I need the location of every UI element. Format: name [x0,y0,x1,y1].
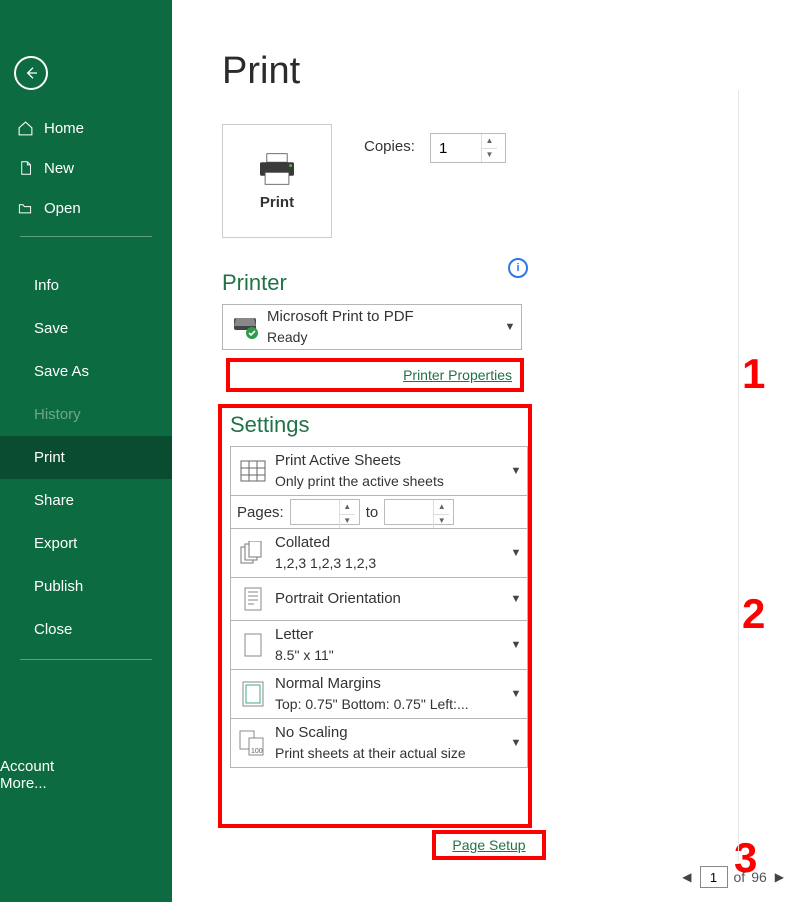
chevron-down-icon: ▼ [505,465,527,477]
to-label: to [366,504,379,521]
arrow-left-icon [23,65,39,81]
copies-increment[interactable]: ▲ [482,134,497,149]
chevron-down-icon: ▼ [505,737,527,749]
sidebar-item-label: Open [44,200,81,217]
print-button[interactable]: Print [222,124,332,238]
sidebar-item-info[interactable]: Info [0,264,172,307]
sheets-icon [231,460,275,482]
setting-margins[interactable]: Normal Margins Top: 0.75" Bottom: 0.75" … [230,669,528,719]
chevron-down-icon: ▼ [505,639,527,651]
chevron-down-icon: ▼ [505,593,527,605]
setting-paper-size[interactable]: Letter 8.5" x 11" ▼ [230,620,528,670]
sidebar-item-open[interactable]: Open [0,188,172,228]
copies-decrement[interactable]: ▼ [482,149,497,163]
print-button-label: Print [260,194,294,211]
sidebar-item-share[interactable]: Share [0,479,172,522]
setting-title: Normal Margins [275,674,505,694]
pages-label: Pages: [237,504,284,521]
annotation-box-1: Printer Properties [226,358,524,392]
chevron-down-icon: ▼ [505,547,527,559]
paper-icon [231,633,275,657]
collated-icon [231,541,275,565]
page-title: Print [222,50,300,93]
copies-stepper[interactable]: ▲ ▼ [430,133,506,163]
new-file-icon [16,159,34,177]
printer-status: Ready [267,328,499,347]
sidebar-item-account[interactable]: Account [0,758,172,775]
section-heading-printer: Printer [222,270,287,296]
printer-name: Microsoft Print to PDF [267,307,499,327]
page-to-stepper[interactable]: ▲▼ [384,499,454,525]
backstage-sidebar: Home New Open Info Save Save As History … [0,0,172,902]
section-heading-settings: Settings [230,412,310,438]
printer-properties-link[interactable]: Printer Properties [403,367,512,383]
sidebar-item-more[interactable]: More... [0,775,172,792]
setting-title: No Scaling [275,723,505,743]
setting-subtitle: Top: 0.75" Bottom: 0.75" Left:... [275,695,505,714]
preview-divider [738,90,739,862]
sidebar-item-print[interactable]: Print [0,436,172,479]
printer-info-icon[interactable]: i [508,258,528,278]
printer-selector[interactable]: Microsoft Print to PDF Ready ▼ [222,304,522,350]
copies-input[interactable] [431,134,481,162]
scaling-icon: 100 [231,730,275,756]
annotation-box-2: Settings Print Active Sheets Only print … [218,404,532,828]
setting-title: Portrait Orientation [275,589,505,609]
portrait-icon [231,587,275,611]
setting-title: Print Active Sheets [275,451,505,471]
home-icon [16,119,34,137]
divider [20,236,152,237]
annotation-box-3: Page Setup [432,830,546,860]
setting-title: Collated [275,533,505,553]
annotation-2: 2 [742,590,765,638]
margins-icon [231,681,275,707]
print-panel: Print Print Copies: ▲ ▼ i Printer [172,0,800,902]
current-page-input[interactable] [700,866,728,888]
setting-subtitle: Only print the active sheets [275,472,505,491]
sidebar-item-publish[interactable]: Publish [0,565,172,608]
page-to-inc[interactable]: ▲ [434,500,449,515]
folder-open-icon [16,199,34,217]
setting-title: Letter [275,625,505,645]
setting-subtitle: Print sheets at their actual size [275,744,505,763]
sidebar-item-new[interactable]: New [0,148,172,188]
sidebar-item-export[interactable]: Export [0,522,172,565]
page-to-dec[interactable]: ▼ [434,515,449,529]
page-from-inc[interactable]: ▲ [340,500,355,515]
sidebar-item-save-as[interactable]: Save As [0,350,172,393]
setting-subtitle: 8.5" x 11" [275,646,505,665]
chevron-down-icon: ▼ [505,688,527,700]
next-page-button[interactable]: ▶ [773,870,786,884]
sidebar-item-label: Home [44,120,84,137]
page-to-input[interactable] [385,500,433,524]
setting-print-what[interactable]: Print Active Sheets Only print the activ… [230,446,528,496]
divider [20,659,152,660]
pager-total: 96 [751,869,767,885]
copies-label: Copies: [364,138,415,155]
sidebar-item-save[interactable]: Save [0,307,172,350]
sidebar-item-history: History [0,393,172,436]
page-from-input[interactable] [291,500,339,524]
sidebar-item-label: New [44,160,74,177]
pager-of-label: of [734,869,746,885]
pages-range-row: Pages: ▲▼ to ▲▼ [230,495,528,529]
page-navigator: ◀ of 96 ▶ [680,866,786,888]
sidebar-item-home[interactable]: Home [0,108,172,148]
chevron-down-icon: ▼ [499,321,521,333]
back-button[interactable] [14,56,48,90]
setting-scaling[interactable]: 100 No Scaling Print sheets at their act… [230,718,528,768]
printer-icon [256,152,298,186]
page-setup-link[interactable]: Page Setup [452,837,525,853]
annotation-1: 1 [742,350,765,398]
sidebar-item-close[interactable]: Close [0,608,172,651]
page-from-dec[interactable]: ▼ [340,515,355,529]
prev-page-button[interactable]: ◀ [680,870,693,884]
setting-subtitle: 1,2,3 1,2,3 1,2,3 [275,554,505,573]
setting-orientation[interactable]: Portrait Orientation ▼ [230,577,528,621]
setting-collation[interactable]: Collated 1,2,3 1,2,3 1,2,3 ▼ [230,528,528,578]
page-from-stepper[interactable]: ▲▼ [290,499,360,525]
printer-status-icon [223,314,267,340]
svg-text:100: 100 [251,748,263,755]
